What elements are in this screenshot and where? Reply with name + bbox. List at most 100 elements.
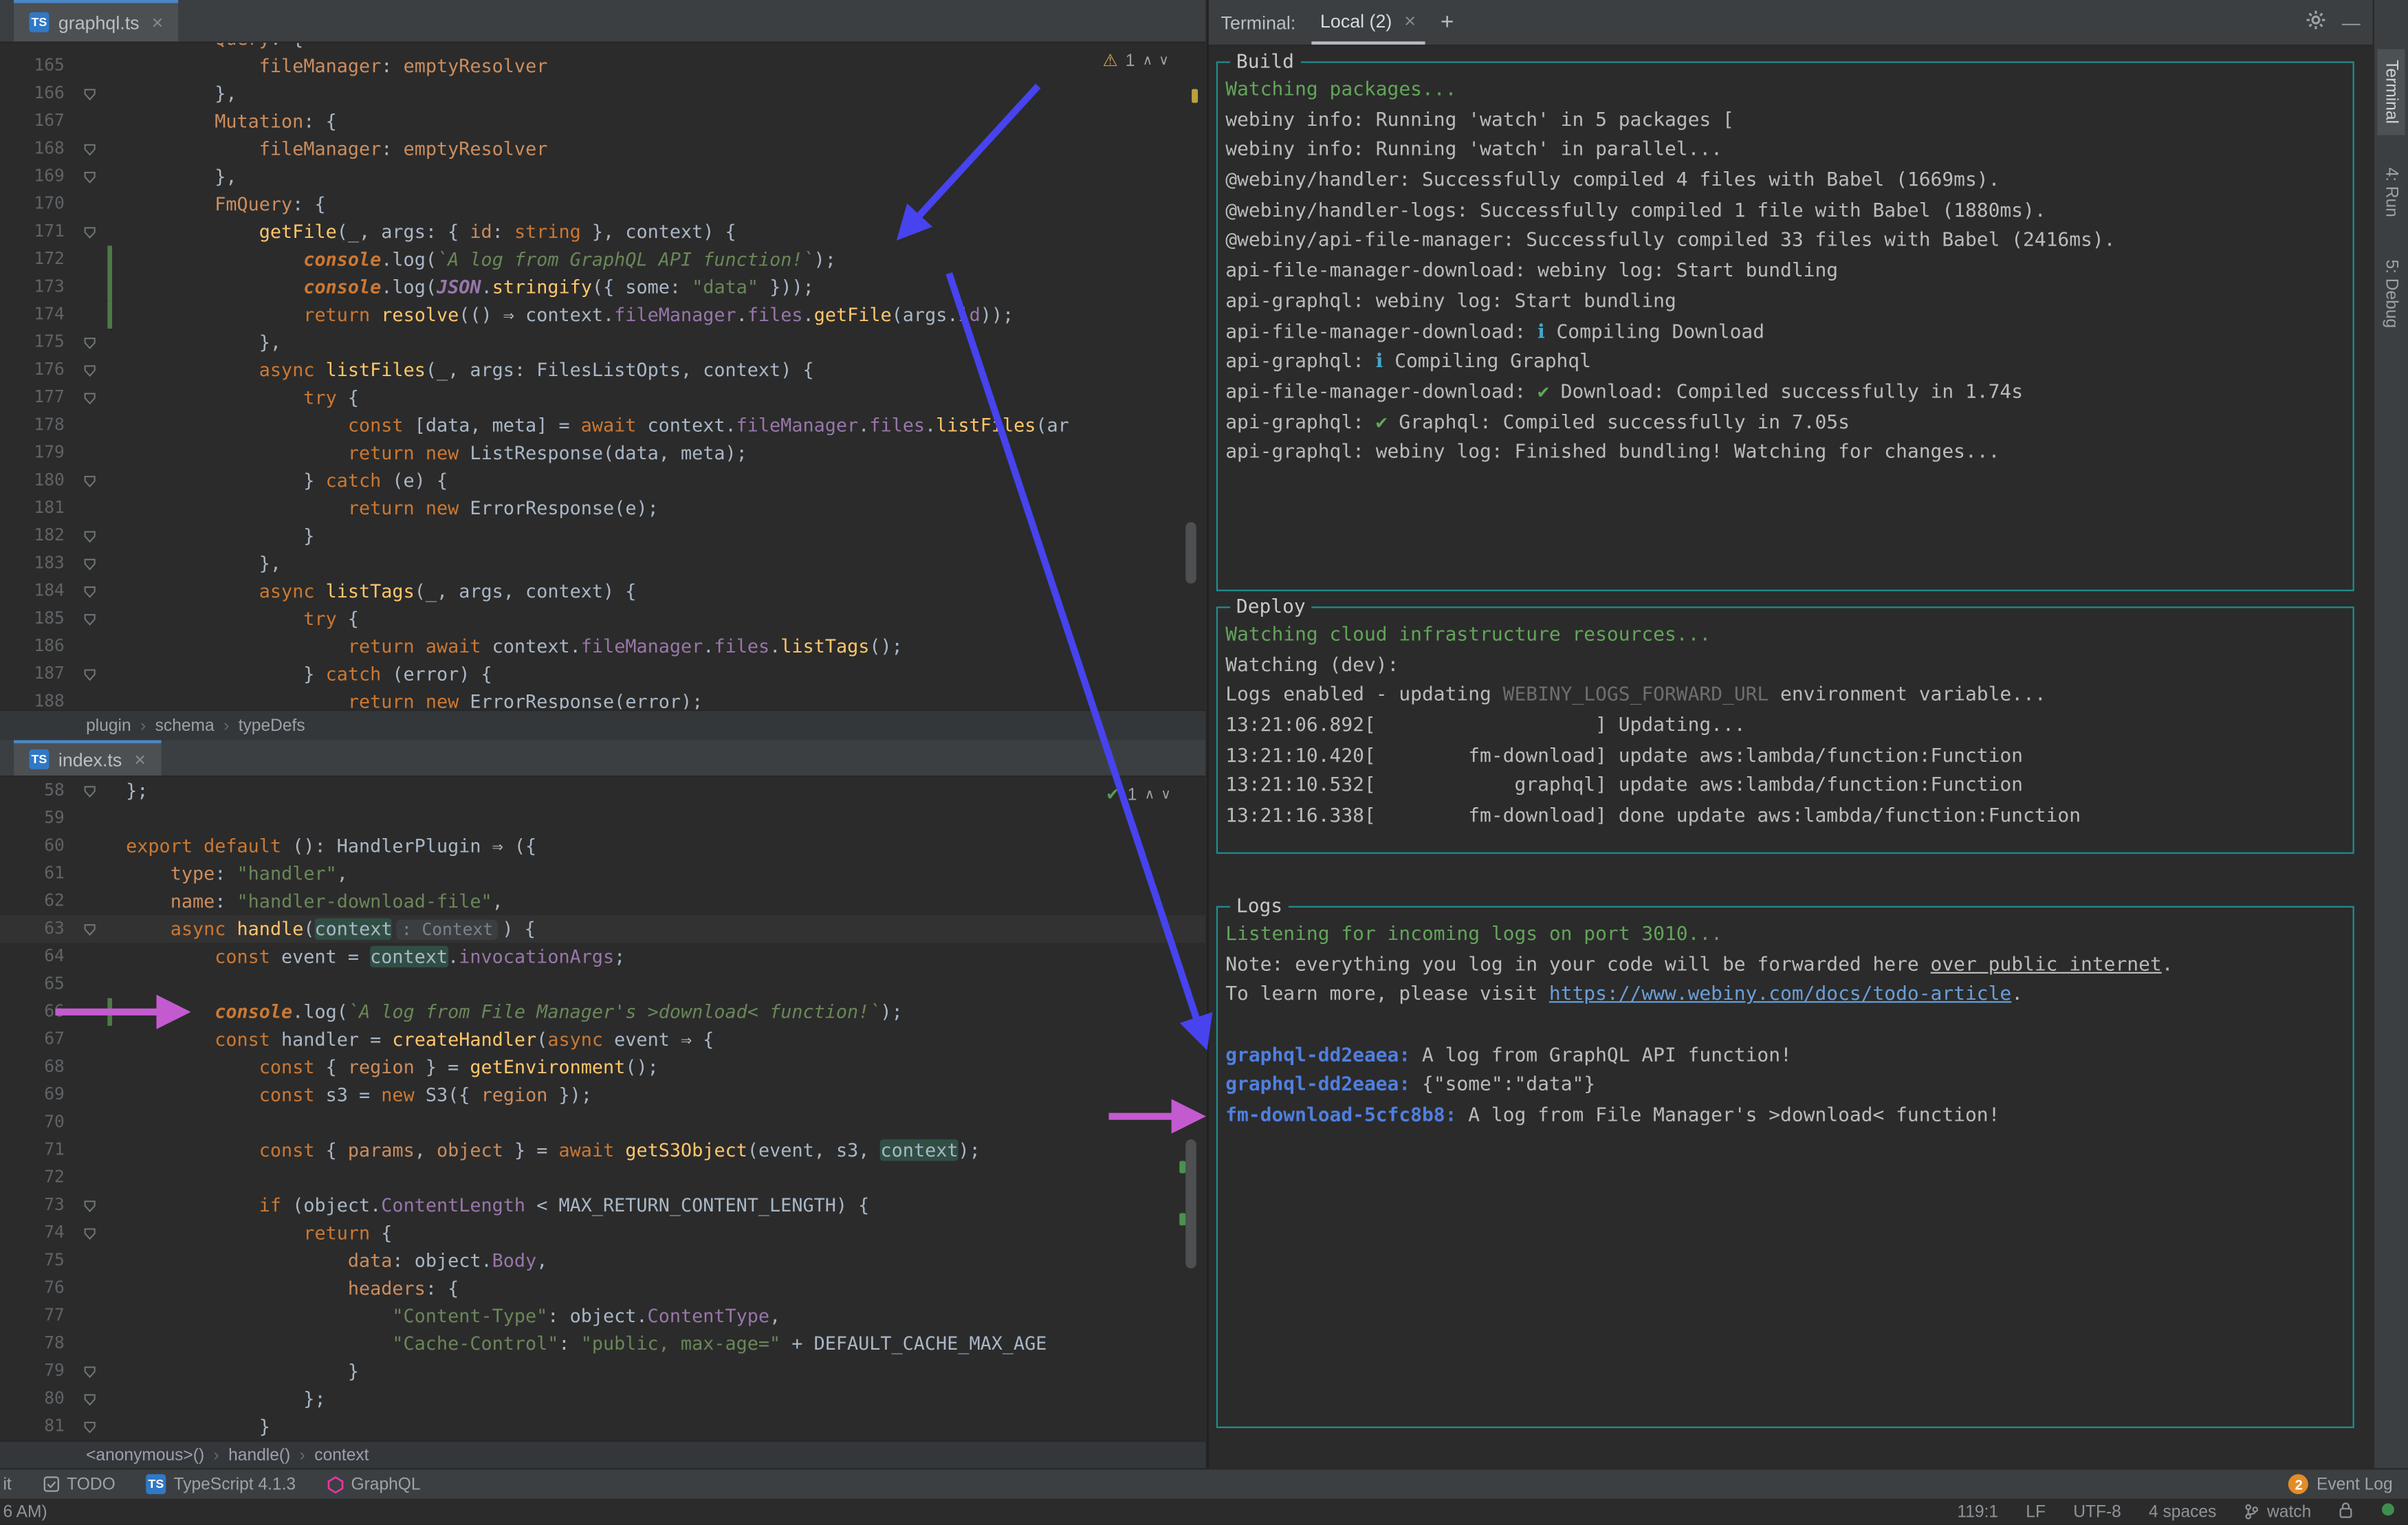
- code-line[interactable]: 181 return new ErrorResponse(e);: [0, 494, 1205, 522]
- code-line[interactable]: 60 export default (): HandlerPlugin ⇒ ({: [0, 833, 1205, 860]
- code-line[interactable]: 166 },: [0, 80, 1205, 107]
- gutter-marker-icon[interactable]: [71, 1330, 108, 1357]
- code-text[interactable]: return await context.fileManager.files.l…: [112, 633, 903, 660]
- line-number[interactable]: 58: [0, 777, 71, 804]
- line-number[interactable]: 175: [0, 329, 71, 356]
- line-number[interactable]: 66: [0, 998, 71, 1026]
- code-text[interactable]: name: "handler-download-file",: [112, 888, 503, 915]
- code-line[interactable]: 59: [0, 804, 1205, 832]
- gutter-marker-icon[interactable]: [71, 494, 108, 522]
- line-ending[interactable]: LF: [2026, 1502, 2046, 1521]
- gutter-marker-icon[interactable]: [71, 578, 108, 605]
- line-number[interactable]: 184: [0, 578, 71, 605]
- gutter-marker-icon[interactable]: [71, 245, 108, 273]
- code-text[interactable]: headers: {: [112, 1275, 459, 1302]
- gutter-marker-icon[interactable]: [71, 1137, 108, 1164]
- toolwindow-terminal[interactable]: Terminal: [2377, 49, 2405, 135]
- terminal-output[interactable]: Watching cloud infrastructure resources.…: [1218, 608, 2352, 830]
- line-number[interactable]: 165: [0, 52, 71, 80]
- line-number[interactable]: 170: [0, 190, 71, 218]
- code-text[interactable]: const { params, object } = await getS3Ob…: [112, 1137, 981, 1164]
- code-text[interactable]: export default (): HandlerPlugin ⇒ ({: [112, 833, 536, 860]
- tab-graphql-ts[interactable]: TS graphql.ts ×: [14, 0, 179, 42]
- line-number[interactable]: 183: [0, 550, 71, 578]
- close-icon[interactable]: ×: [134, 748, 146, 771]
- code-line[interactable]: 70: [0, 1109, 1205, 1137]
- line-number[interactable]: 75: [0, 1247, 71, 1275]
- line-number[interactable]: 70: [0, 1109, 71, 1137]
- code-line[interactable]: 72: [0, 1164, 1205, 1192]
- prev-next-chevrons[interactable]: ∧∨: [1143, 52, 1175, 69]
- gutter-marker-icon[interactable]: [71, 163, 108, 190]
- gutter-marker-icon[interactable]: [71, 833, 108, 860]
- code-line[interactable]: 66 console.log(`A log from File Manager'…: [0, 998, 1205, 1026]
- prev-next-chevrons[interactable]: ∧∨: [1145, 787, 1177, 804]
- indicator-icon[interactable]: [2380, 1502, 2396, 1522]
- code-text[interactable]: fileManager: emptyResolver: [112, 52, 548, 80]
- gutter-marker-icon[interactable]: [71, 1385, 108, 1413]
- code-text[interactable]: [112, 804, 126, 832]
- gutter-marker-icon[interactable]: [71, 633, 108, 660]
- gutter-marker-icon[interactable]: [71, 329, 108, 356]
- code-text[interactable]: const { region } = getEnvironment();: [112, 1053, 659, 1081]
- breadcrumb-item[interactable]: typeDefs: [239, 716, 305, 735]
- code-text[interactable]: [112, 1109, 126, 1137]
- code-text[interactable]: if (object.ContentLength < MAX_RETURN_CO…: [112, 1192, 869, 1219]
- gutter-marker-icon[interactable]: [71, 1164, 108, 1192]
- code-line[interactable]: 165 fileManager: emptyResolver: [0, 52, 1205, 80]
- code-text[interactable]: data: object.Body,: [112, 1247, 548, 1275]
- gutter-marker-icon[interactable]: [71, 80, 108, 107]
- code-text[interactable]: getFile(_, args: { id: string }, context…: [112, 218, 736, 245]
- code-line[interactable]: 79 }: [0, 1357, 1205, 1385]
- code-text[interactable]: },: [112, 80, 237, 107]
- code-text[interactable]: [112, 1164, 126, 1192]
- code-line[interactable]: 68 const { region } = getEnvironment();: [0, 1053, 1205, 1081]
- gutter-marker-icon[interactable]: [71, 467, 108, 494]
- toolwindow-debug[interactable]: 5: Debug: [2377, 249, 2405, 339]
- line-number[interactable]: 65: [0, 971, 71, 998]
- gutter-marker-icon[interactable]: [71, 190, 108, 218]
- change-stripe-mark[interactable]: [1179, 1161, 1186, 1174]
- gutter-marker-icon[interactable]: [71, 218, 108, 245]
- code-text[interactable]: const s3 = new S3({ region });: [112, 1081, 592, 1108]
- code-line[interactable]: 184 async listTags(_, args, context) {: [0, 578, 1205, 605]
- code-line[interactable]: 167 Mutation: {: [0, 107, 1205, 135]
- gutter-marker-icon[interactable]: [71, 915, 108, 943]
- code-text[interactable]: return {: [112, 1219, 392, 1247]
- code-line[interactable]: 63 async handle(context: Context) {: [0, 915, 1206, 943]
- code-line[interactable]: 69 const s3 = new S3({ region });: [0, 1081, 1205, 1108]
- code-line[interactable]: 75 data: object.Body,: [0, 1247, 1205, 1275]
- code-line[interactable]: 58};: [0, 777, 1205, 804]
- line-number[interactable]: 185: [0, 605, 71, 633]
- code-text[interactable]: async handle(context: Context) {: [112, 915, 536, 943]
- line-number[interactable]: 172: [0, 245, 71, 273]
- code-line[interactable]: 178 const [data, meta] = await context.f…: [0, 412, 1205, 439]
- code-text[interactable]: }: [112, 1357, 359, 1385]
- code-text[interactable]: return new ErrorResponse(e);: [112, 494, 659, 522]
- editor-pane-graphql[interactable]: Query: {165 fileManager: emptyResolver16…: [0, 43, 1206, 710]
- line-number[interactable]: 181: [0, 494, 71, 522]
- code-line[interactable]: 185 try {: [0, 605, 1205, 633]
- code-line[interactable]: 73 if (object.ContentLength < MAX_RETURN…: [0, 1192, 1205, 1219]
- code-text[interactable]: console.log(`A log from GraphQL API func…: [112, 245, 836, 273]
- line-number[interactable]: 78: [0, 1330, 71, 1357]
- code-text[interactable]: console.log(JSON.stringify({ some: "data…: [112, 274, 813, 301]
- code-line[interactable]: 78 "Cache-Control": "public, max-age=" +…: [0, 1330, 1205, 1357]
- gutter-marker-icon[interactable]: [71, 274, 108, 301]
- line-number[interactable]: 169: [0, 163, 71, 190]
- line-number[interactable]: 67: [0, 1026, 71, 1053]
- breadcrumb-item[interactable]: context: [314, 1446, 369, 1464]
- line-number[interactable]: 176: [0, 356, 71, 384]
- breadcrumb-item[interactable]: <anonymous>(): [86, 1446, 204, 1464]
- indent-setting[interactable]: 4 spaces: [2149, 1502, 2216, 1521]
- line-number[interactable]: 180: [0, 467, 71, 494]
- code-line[interactable]: 71 const { params, object } = await getS…: [0, 1137, 1205, 1164]
- breadcrumb-item[interactable]: handle(): [228, 1446, 290, 1464]
- code-text[interactable]: }: [112, 522, 314, 549]
- inspection-widget-top[interactable]: ⚠ 1 ∧∨: [1103, 51, 1175, 71]
- gutter-marker-icon[interactable]: [71, 777, 108, 804]
- line-number[interactable]: 81: [0, 1413, 71, 1440]
- code-line[interactable]: 65: [0, 971, 1205, 998]
- code-text[interactable]: fileManager: emptyResolver: [112, 135, 548, 163]
- line-number[interactable]: 59: [0, 804, 71, 832]
